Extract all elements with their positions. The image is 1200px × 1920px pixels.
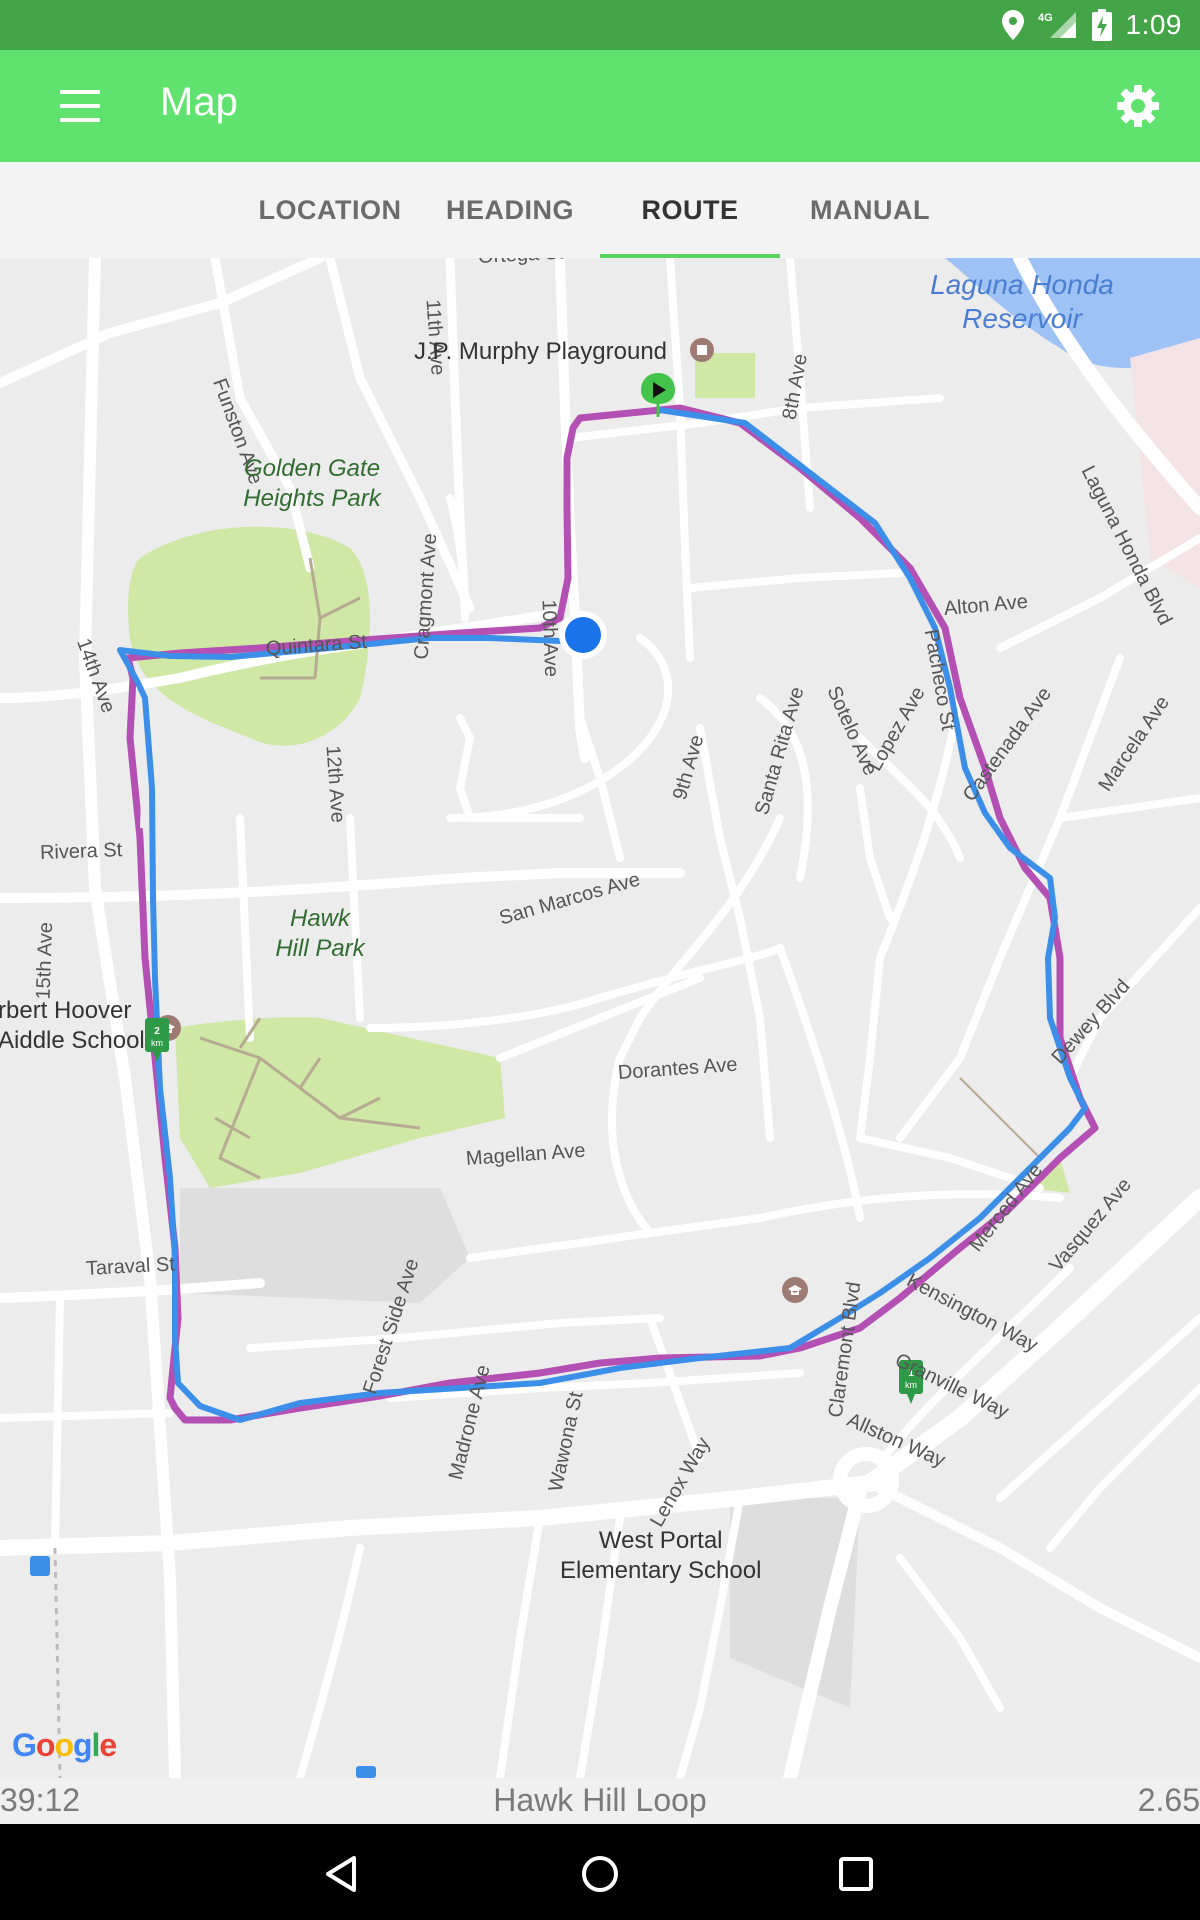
tab-route[interactable]: ROUTE <box>600 162 780 258</box>
location-icon <box>1001 10 1024 40</box>
distance-value: 2.65 <box>1137 1782 1200 1818</box>
hamburger-menu-icon[interactable] <box>52 84 108 128</box>
app-bar: Map <box>0 50 1200 162</box>
street-label: 15th Ave <box>32 921 58 1000</box>
transit-stop-icon-2 <box>356 1766 376 1778</box>
tab-heading[interactable]: HEADING <box>420 162 600 258</box>
playground-label: J.P. Murphy Playground <box>414 338 668 365</box>
back-icon[interactable] <box>320 1852 364 1896</box>
home-icon[interactable] <box>578 1852 622 1896</box>
system-nav-bar <box>0 1824 1200 1920</box>
transit-stop-icon <box>30 1556 50 1576</box>
street-label: Rivera St <box>39 839 123 864</box>
current-location-dot <box>565 617 601 653</box>
battery-charging-icon <box>1091 9 1112 41</box>
playground-pin <box>690 338 714 362</box>
route-info-bar: 39:12 Hawk Hill Loop 2.65 <box>0 1778 1200 1824</box>
signal-icon: 4G <box>1038 12 1076 38</box>
page-title: Map <box>160 80 238 124</box>
tab-location[interactable]: LOCATION <box>240 162 420 258</box>
hawk-hill-park-label: Hawk Hill Park <box>275 905 365 962</box>
west-portal-school-label: West Portal Elementary School <box>560 1527 762 1584</box>
clock: 1:09 <box>1125 9 1182 40</box>
tracked-route-gap <box>140 797 145 829</box>
svg-text:km: km <box>151 1038 163 1048</box>
svg-text:2: 2 <box>154 1026 160 1037</box>
svg-text:4G: 4G <box>1038 12 1053 24</box>
reservoir-label: Laguna Honda Reservoir <box>930 269 1114 334</box>
hoover-school-label: rbert Hoover Aiddle School <box>0 997 145 1054</box>
west-portal-school-pin <box>782 1277 808 1303</box>
google-attribution: Google <box>12 1727 117 1763</box>
footpath <box>959 1077 1041 1159</box>
route-name: Hawk Hill Loop <box>493 1782 707 1818</box>
tab-manual[interactable]: MANUAL <box>780 162 960 258</box>
map-view[interactable]: 2 km 1 km Ortega St 11th Ave Funston Ave… <box>0 258 1200 1778</box>
gear-icon[interactable] <box>1114 82 1162 130</box>
hawk-hill-park-area <box>175 1017 505 1188</box>
status-bar: 4G 1:09 <box>0 0 1200 50</box>
km-marker-2: 2 km <box>145 1018 169 1062</box>
tab-bar: LOCATION HEADING ROUTE MANUAL <box>0 162 1200 258</box>
street-label: Taraval St <box>85 1253 176 1280</box>
recents-icon[interactable] <box>834 1852 878 1896</box>
street-label: 10th Ave <box>537 599 563 678</box>
golden-gate-heights-park-label: Golden Gate Heights Park <box>243 455 381 512</box>
